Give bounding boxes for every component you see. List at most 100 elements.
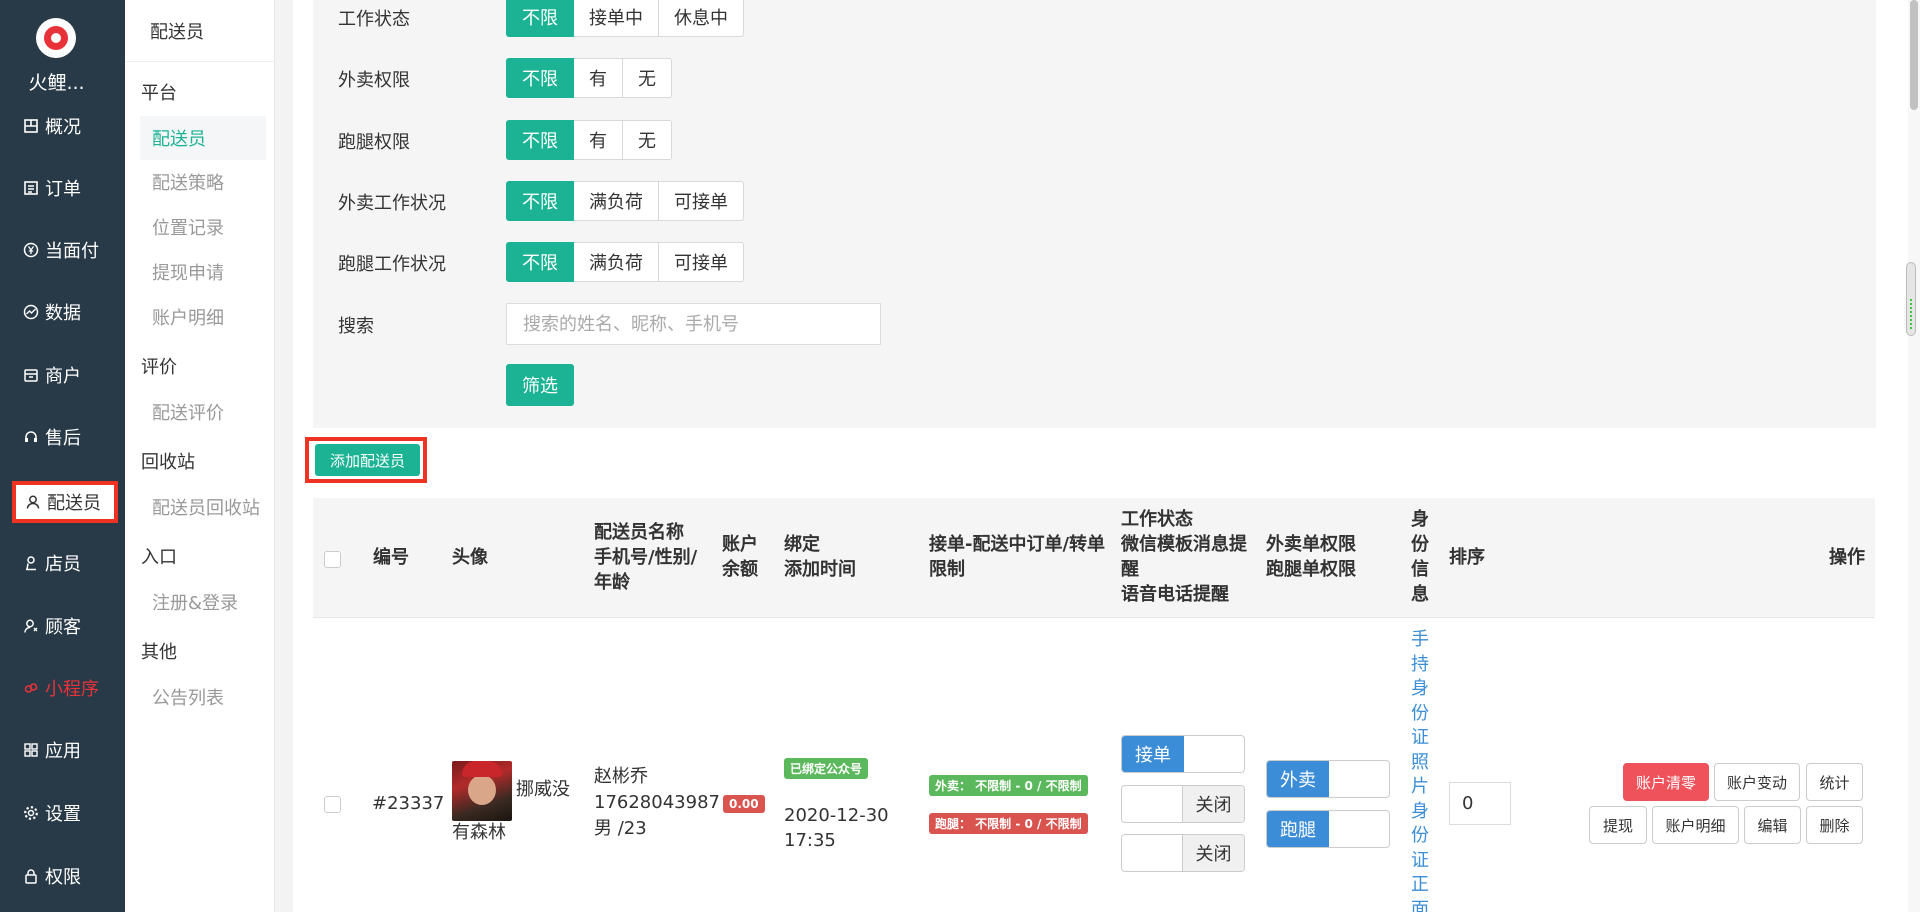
apps-icon bbox=[22, 741, 40, 759]
nav-item-orders[interactable]: 订单 bbox=[0, 168, 125, 208]
filter-option[interactable]: 无 bbox=[623, 58, 672, 98]
sub-sidebar: 配送员 平台 配送员 配送策略 位置记录 提现申请 账户明细 评价 配送评价 回… bbox=[125, 0, 275, 912]
sub-group-entry: 入口 bbox=[141, 547, 177, 568]
courier-name: 赵彬乔 bbox=[594, 766, 648, 787]
filter-takeout-load: 不限 满负荷 可接单 bbox=[506, 181, 744, 221]
side-scroll-handle[interactable] bbox=[1906, 262, 1916, 336]
filter-button[interactable]: 筛选 bbox=[506, 364, 574, 406]
edit-button[interactable]: 编辑 bbox=[1744, 806, 1801, 844]
sub-item-withdraw[interactable]: 提现申请 bbox=[140, 250, 266, 294]
filter-option[interactable]: 不限 bbox=[506, 120, 574, 160]
gear-icon bbox=[22, 804, 40, 822]
nav-item-miniprogram[interactable]: 小程序 bbox=[0, 668, 125, 708]
clear-account-button[interactable]: 账户清零 bbox=[1623, 763, 1709, 801]
nav-item-apps[interactable]: 应用 bbox=[0, 730, 125, 770]
th-name: 配送员名称 手机号/性别/ 年龄 bbox=[594, 522, 698, 593]
errand-permission-toggle[interactable]: 跑腿 bbox=[1266, 810, 1390, 848]
dashboard-icon bbox=[22, 117, 40, 135]
toggle-off-label: 关闭 bbox=[1182, 835, 1244, 871]
wechat-notify-toggle[interactable]: 关闭 bbox=[1121, 785, 1245, 823]
sub-item-notice[interactable]: 公告列表 bbox=[140, 675, 266, 719]
nav-item-customer[interactable]: 顾客 bbox=[0, 606, 125, 646]
filter-option[interactable]: 不限 bbox=[506, 181, 574, 221]
nav-item-facepay[interactable]: 当面付 bbox=[0, 230, 125, 270]
filter-option[interactable]: 无 bbox=[623, 120, 672, 160]
filter-option[interactable]: 休息中 bbox=[659, 0, 744, 37]
filter-errand-load: 不限 满负荷 可接单 bbox=[506, 242, 744, 282]
filter-option[interactable]: 满负荷 bbox=[574, 242, 659, 282]
person-icon bbox=[22, 554, 40, 572]
filter-label-work-status: 工作状态 bbox=[338, 9, 410, 30]
nav-item-overview[interactable]: 概况 bbox=[0, 106, 125, 146]
sort-input[interactable]: 0 bbox=[1449, 782, 1511, 825]
sub-sidebar-title: 配送员 bbox=[125, 0, 275, 62]
sub-group-other: 其他 bbox=[141, 642, 177, 663]
select-all-checkbox[interactable] bbox=[324, 551, 341, 568]
nav-item-settings[interactable]: 设置 bbox=[0, 793, 125, 833]
toggle-on-label: 跑腿 bbox=[1267, 811, 1329, 847]
filter-option[interactable]: 有 bbox=[574, 120, 623, 160]
row-checkbox[interactable] bbox=[324, 796, 341, 813]
lock-icon bbox=[22, 867, 40, 885]
th-bind: 绑定 添加时间 bbox=[784, 534, 856, 580]
filter-label-takeout-load: 外卖工作状况 bbox=[338, 193, 446, 214]
scrollbar-thumb[interactable] bbox=[1910, 0, 1918, 110]
sub-item-register[interactable]: 注册&登录 bbox=[140, 580, 266, 624]
stats-button[interactable]: 统计 bbox=[1806, 763, 1863, 801]
headset-icon bbox=[22, 428, 40, 446]
accept-order-toggle[interactable]: 接单 bbox=[1121, 735, 1245, 773]
courier-phone: 17628043987 bbox=[594, 792, 720, 813]
voice-call-toggle[interactable]: 关闭 bbox=[1121, 834, 1245, 872]
search-input[interactable] bbox=[506, 303, 881, 345]
nav-item-data[interactable]: 数据 bbox=[0, 292, 125, 332]
filter-option[interactable]: 有 bbox=[574, 58, 623, 98]
th-idinfo: 身 份 信 息 bbox=[1411, 509, 1429, 605]
highlight-box bbox=[305, 437, 427, 483]
main-nav: 火鲤... 概况 订单 当面付 数据 商户 售后 配送员 店员 顾客 小程序 应… bbox=[0, 0, 125, 912]
toggle-off-label: 关闭 bbox=[1182, 786, 1244, 822]
sub-group-platform: 平台 bbox=[141, 83, 177, 104]
filter-option[interactable]: 满负荷 bbox=[574, 181, 659, 221]
account-change-button[interactable]: 账户变动 bbox=[1714, 763, 1800, 801]
brand-logo-icon[interactable] bbox=[36, 18, 76, 58]
store-icon bbox=[22, 366, 40, 384]
sub-item-recycle[interactable]: 配送员回收站 bbox=[140, 485, 266, 529]
filter-option[interactable]: 不限 bbox=[506, 242, 574, 282]
filter-label-search: 搜索 bbox=[338, 316, 374, 337]
takeout-limit-badge: 外卖： 不限制 - 0 / 不限制 bbox=[929, 775, 1088, 796]
courier-nickname: 挪威没 bbox=[516, 779, 570, 800]
th-sort: 排序 bbox=[1449, 547, 1485, 568]
th-permission: 外卖单权限 跑腿单权限 bbox=[1266, 534, 1356, 580]
sub-item-strategy[interactable]: 配送策略 bbox=[140, 160, 266, 204]
nav-item-merchant[interactable]: 商户 bbox=[0, 355, 125, 395]
nav-item-permission[interactable]: 权限 bbox=[0, 856, 125, 896]
takeout-permission-toggle[interactable]: 外卖 bbox=[1266, 760, 1390, 798]
filter-option[interactable]: 不限 bbox=[506, 0, 574, 37]
delete-button[interactable]: 删除 bbox=[1806, 806, 1863, 844]
sub-item-account[interactable]: 账户明细 bbox=[140, 295, 266, 339]
nav-item-staff[interactable]: 店员 bbox=[0, 543, 125, 583]
filter-option[interactable]: 接单中 bbox=[574, 0, 659, 37]
nav-item-aftersale[interactable]: 售后 bbox=[0, 417, 125, 457]
page-scrollbar[interactable] bbox=[1908, 0, 1920, 912]
add-time: 17:35 bbox=[784, 830, 836, 851]
yen-icon bbox=[22, 241, 40, 259]
th-id: 编号 bbox=[373, 547, 409, 568]
gutter bbox=[275, 0, 293, 912]
id-photo-link[interactable]: 手持身份证照片身份证正面 bbox=[1411, 628, 1431, 912]
courier-nickname-cont: 有森林 bbox=[452, 822, 506, 843]
filter-option[interactable]: 可接单 bbox=[659, 242, 744, 282]
courier-id: #23337 bbox=[372, 793, 445, 814]
filter-option[interactable]: 可接单 bbox=[659, 181, 744, 221]
account-detail-button[interactable]: 账户明细 bbox=[1652, 806, 1739, 844]
chart-icon bbox=[22, 303, 40, 321]
add-date: 2020-12-30 bbox=[784, 805, 889, 826]
filter-option[interactable]: 不限 bbox=[506, 58, 574, 98]
highlight-box bbox=[12, 481, 118, 523]
withdraw-button[interactable]: 提现 bbox=[1589, 806, 1647, 844]
balance-badge: 0.00 bbox=[723, 795, 765, 813]
sub-item-courier[interactable]: 配送员 bbox=[140, 116, 266, 160]
sub-item-location[interactable]: 位置记录 bbox=[140, 205, 266, 249]
th-balance: 账户 余额 bbox=[722, 534, 758, 580]
sub-item-review[interactable]: 配送评价 bbox=[140, 390, 266, 434]
